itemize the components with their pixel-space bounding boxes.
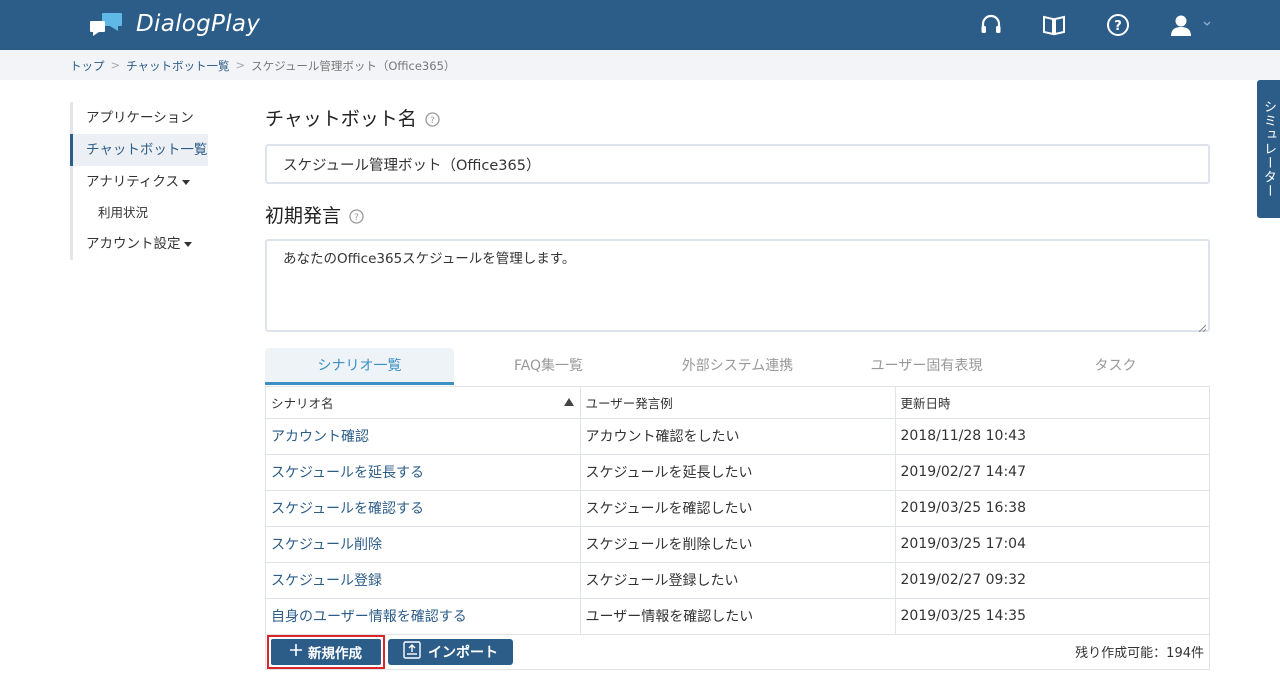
import-button[interactable]: インポート — [388, 639, 513, 665]
column-header-user-utterance[interactable]: ユーザー発言例 — [580, 387, 896, 419]
resize-handle-icon[interactable] — [1198, 320, 1207, 333]
user-utterance-cell: アカウント確認をしたい — [580, 418, 896, 455]
new-scenario-button[interactable]: 新規作成 — [271, 639, 381, 665]
chat-bubbles-icon — [88, 11, 124, 37]
table-row[interactable]: アカウント確認 アカウント確認をしたい 2018/11/28 10:43 — [266, 418, 1209, 455]
scenario-name-link[interactable]: スケジュール削除 — [266, 526, 581, 563]
sidebar-item-account-settings[interactable]: アカウント設定 — [70, 228, 230, 260]
app-title: DialogPlay — [136, 11, 261, 37]
sidebar: アプリケーション チャットボット一覧 アナリティクス 利用状況 アカウント設定 — [70, 102, 230, 260]
scenario-name-link[interactable]: スケジュールを延長する — [266, 454, 581, 491]
tab-tasks[interactable]: タスク — [1021, 348, 1210, 385]
column-header-updated-at[interactable]: 更新日時 — [895, 387, 1209, 419]
svg-text:?: ? — [1114, 19, 1122, 34]
table-row[interactable]: スケジュールを確認する スケジュールを確認したい 2019/03/25 16:3… — [266, 490, 1209, 527]
question-circle-icon[interactable]: ? — [349, 208, 364, 224]
svg-text:?: ? — [354, 213, 359, 223]
app-header: DialogPlay ? — [0, 0, 1280, 50]
sidebar-item-label: アナリティクス — [86, 174, 180, 190]
chatbot-name-heading: チャットボット名 ? — [265, 104, 440, 131]
initial-message-heading: 初期発言 ? — [265, 201, 364, 228]
user-utterance-cell: スケジュールを削除したい — [580, 526, 896, 563]
updated-at-cell: 2019/02/27 14:47 — [895, 454, 1209, 491]
table-row[interactable]: スケジュールを延長する スケジュールを延長したい 2019/02/27 14:4… — [266, 454, 1209, 491]
breadcrumb-chatbot-list[interactable]: チャットボット一覧 — [126, 58, 229, 74]
help-icon[interactable]: ? — [1105, 12, 1131, 38]
scenario-name-link[interactable]: スケジュールを確認する — [266, 490, 581, 527]
sort-ascending-icon[interactable] — [563, 398, 574, 406]
tab-bar: シナリオ一覧 FAQ集一覧 外部システム連携 ユーザー固有表現 タスク — [265, 348, 1210, 385]
new-scenario-label: 新規作成 — [308, 646, 362, 662]
book-icon[interactable] — [1041, 12, 1067, 38]
tab-user-entities[interactable]: ユーザー固有表現 — [832, 348, 1021, 385]
tab-external-integration[interactable]: 外部システム連携 — [643, 348, 832, 385]
breadcrumb-current: スケジュール管理ボット（Office365） — [251, 59, 456, 73]
chatbot-name-title: チャットボット名 — [265, 108, 417, 130]
tab-scenario-list[interactable]: シナリオ一覧 — [265, 348, 454, 385]
sidebar-item-applications[interactable]: アプリケーション — [70, 102, 230, 134]
table-header-row: シナリオ名 ユーザー発言例 更新日時 — [266, 387, 1209, 419]
scenario-table: シナリオ名 ユーザー発言例 更新日時 アカウント確認 アカウント確認をしたい 2… — [265, 386, 1210, 670]
headset-icon[interactable] — [978, 12, 1004, 38]
question-circle-icon[interactable]: ? — [425, 111, 440, 127]
sidebar-item-analytics[interactable]: アナリティクス — [70, 166, 230, 198]
svg-text:?: ? — [430, 116, 435, 126]
table-row[interactable]: 自身のユーザー情報を確認する ユーザー情報を確認したい 2019/03/25 1… — [266, 598, 1209, 635]
user-utterance-cell: スケジュールを確認したい — [580, 490, 896, 527]
tab-faq-list[interactable]: FAQ集一覧 — [454, 348, 643, 385]
import-icon — [403, 641, 421, 663]
scenario-name-link[interactable]: 自身のユーザー情報を確認する — [266, 598, 581, 635]
updated-at-cell: 2019/03/25 16:38 — [895, 490, 1209, 527]
breadcrumb-top[interactable]: トップ — [70, 58, 105, 74]
table-row[interactable]: スケジュール登録 スケジュール登録したい 2019/02/27 09:32 — [266, 562, 1209, 599]
user-utterance-cell: ユーザー情報を確認したい — [580, 598, 896, 635]
initial-message-title: 初期発言 — [265, 205, 342, 227]
breadcrumb: トップ > チャットボット一覧 > スケジュール管理ボット（Office365） — [0, 50, 1280, 80]
table-row[interactable]: スケジュール削除 スケジュールを削除したい 2019/03/25 17:04 — [266, 526, 1209, 563]
plus-icon — [290, 644, 302, 660]
sidebar-item-usage[interactable]: 利用状況 — [70, 198, 230, 228]
caret-down-icon — [183, 241, 192, 247]
chatbot-name-input[interactable]: スケジュール管理ボット（Office365） — [265, 144, 1210, 184]
updated-at-cell: 2018/11/28 10:43 — [895, 418, 1209, 455]
simulator-tab[interactable]: シミュレーター — [1257, 80, 1280, 218]
breadcrumb-separator: > — [110, 58, 121, 72]
scenario-name-link[interactable]: スケジュール登録 — [266, 562, 581, 599]
scenario-name-link[interactable]: アカウント確認 — [266, 418, 581, 455]
sidebar-item-chatbot-list[interactable]: チャットボット一覧 — [70, 134, 208, 166]
new-scenario-button-highlight: 新規作成 — [267, 635, 385, 669]
caret-down-icon — [182, 179, 191, 185]
column-header-scenario-name[interactable]: シナリオ名 — [266, 387, 581, 419]
initial-message-textarea[interactable]: あなたのOffice365スケジュールを管理します。 — [265, 239, 1210, 333]
user-utterance-cell: スケジュール登録したい — [580, 562, 896, 599]
app-logo[interactable]: DialogPlay — [88, 11, 260, 37]
remaining-count: 残り作成可能：194件 — [1075, 646, 1204, 661]
sidebar-item-label: アカウント設定 — [86, 236, 181, 252]
updated-at-cell: 2019/03/25 14:35 — [895, 598, 1209, 635]
user-utterance-cell: スケジュールを延長したい — [580, 454, 896, 491]
initial-message-text: あなたのOffice365スケジュールを管理します。 — [283, 251, 576, 267]
updated-at-cell: 2019/02/27 09:32 — [895, 562, 1209, 599]
updated-at-cell: 2019/03/25 17:04 — [895, 526, 1209, 563]
column-header-label: シナリオ名 — [271, 395, 334, 411]
import-label: インポート — [428, 645, 498, 661]
user-menu[interactable] — [1168, 12, 1216, 38]
breadcrumb-separator: > — [235, 58, 246, 72]
